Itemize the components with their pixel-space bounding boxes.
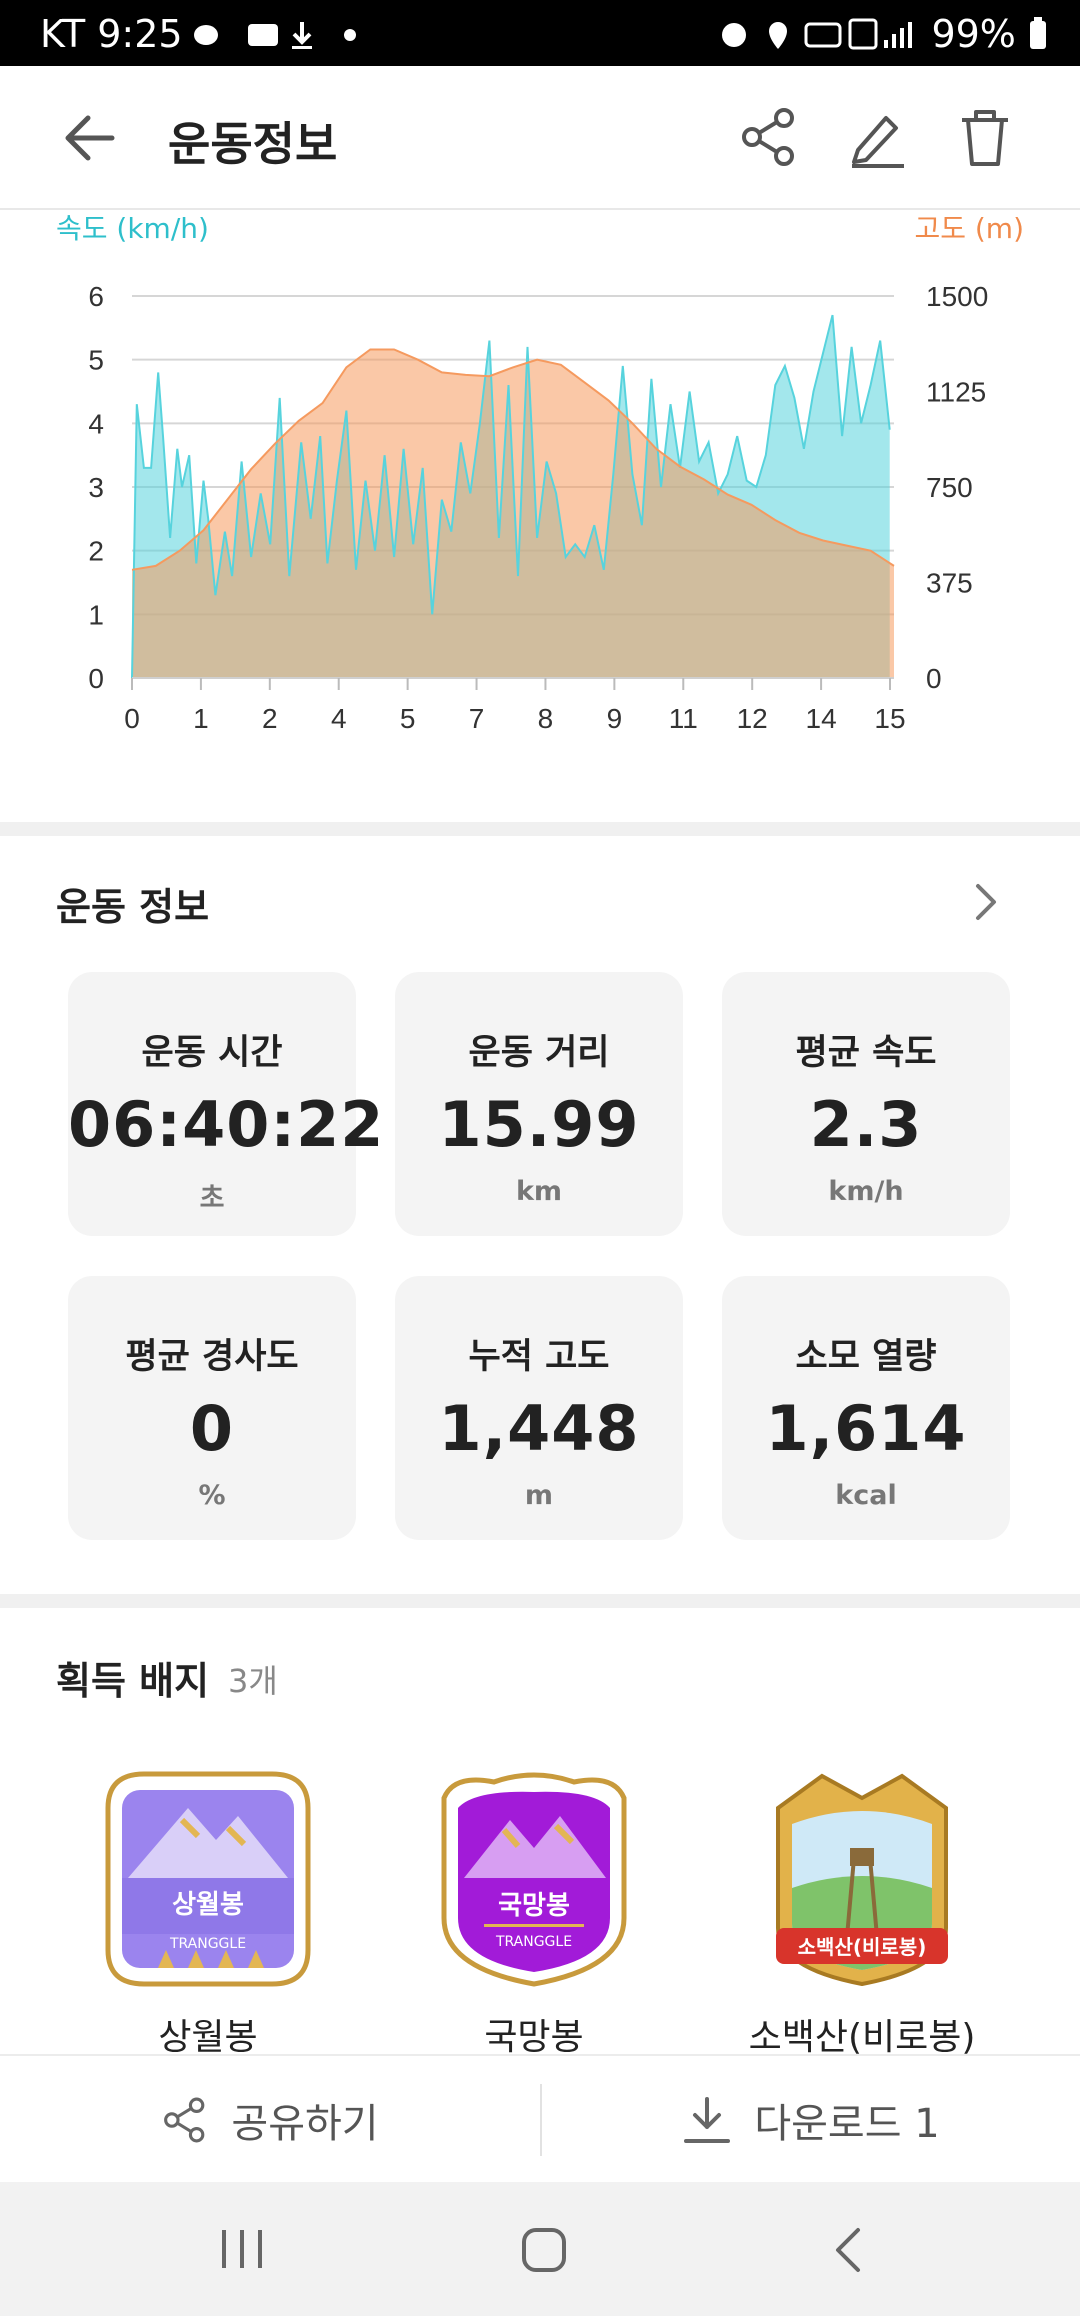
x-tick-label: 15 — [874, 703, 905, 734]
left-axis-label: 속도 (km/h) — [56, 212, 209, 245]
stat-unit: 초 — [199, 1183, 225, 1214]
y-left-tick-label: 6 — [88, 281, 104, 312]
stat-card-avg-slope: 평균 경사도 0 % — [68, 1276, 356, 1540]
bottom-action-bar: 공유하기 다운로드 1 — [0, 2054, 1080, 2184]
back-nav-icon[interactable] — [832, 2226, 864, 2274]
stat-label: 운동 거리 — [468, 1033, 610, 1073]
x-tick-label: 7 — [469, 703, 485, 734]
section-separator — [0, 1594, 1080, 1608]
battery-icon — [1030, 17, 1046, 49]
recent-apps-icon[interactable] — [218, 2228, 266, 2270]
y-left-tick-label: 2 — [88, 536, 104, 567]
stat-label: 누적 고도 — [468, 1337, 610, 1377]
badge-item[interactable]: 상월봉 TRANGGLE 상월봉 — [88, 1768, 328, 2060]
stat-value: 15.99 — [438, 1088, 640, 1161]
x-tick-label: 8 — [538, 703, 554, 734]
stat-card-calories: 소모 열량 1,614 kcal — [722, 1276, 1010, 1540]
page-title: 운동정보 — [168, 117, 338, 171]
stat-card-elevation-gain: 누적 고도 1,448 m — [395, 1276, 683, 1540]
stat-unit: % — [198, 1480, 226, 1511]
download-button-label: 다운로드 1 — [754, 2101, 940, 2147]
stat-value: 2.3 — [809, 1088, 923, 1161]
edit-icon[interactable] — [846, 106, 908, 168]
stat-card-time: 운동 시간 06:40:22 초 — [68, 972, 385, 1236]
stat-card-avg-speed: 평균 속도 2.3 km/h — [722, 972, 1010, 1236]
y-left-tick-label: 5 — [88, 345, 104, 376]
badge-item[interactable]: 국망봉 TRANGGLE 국망봉 — [414, 1768, 654, 2060]
stat-label: 소모 열량 — [795, 1337, 937, 1377]
x-tick-label: 9 — [607, 703, 623, 734]
status-battery: 99% — [931, 12, 1048, 56]
badges-title: 획득 배지 — [56, 1659, 210, 1703]
chevron-right-icon[interactable] — [970, 882, 1002, 922]
badge-text: 상월봉 — [172, 1890, 244, 1920]
download-icon — [684, 2097, 731, 2143]
badge-name: 국망봉 — [484, 2017, 584, 2058]
stat-label: 평균 속도 — [795, 1033, 937, 1073]
y-right-tick-label: 375 — [926, 568, 973, 599]
badge-item[interactable]: 소백산(비로봉) 소백산(비로봉) — [742, 1768, 982, 2060]
y-right-tick-label: 0 — [926, 663, 942, 694]
stat-unit: km — [515, 1176, 563, 1207]
stat-unit: kcal — [835, 1480, 897, 1511]
system-nav-bar — [0, 2182, 1080, 2316]
status-bar: KT 9:25 99% — [0, 0, 1080, 66]
stat-value: 0 — [189, 1392, 235, 1465]
badges-count: 3개 — [228, 1662, 278, 1700]
stat-value: 06:40:22 — [68, 1088, 385, 1161]
badge-subtext: TRANGGLE — [169, 1936, 246, 1952]
stat-label: 운동 시간 — [141, 1033, 283, 1073]
share-icon[interactable] — [738, 106, 800, 168]
x-tick-label: 0 — [124, 703, 140, 734]
y-right-tick-label: 1125 — [926, 377, 986, 408]
badge-mountain-icon: 소백산(비로봉) — [776, 1773, 948, 1987]
status-system-icons — [722, 18, 912, 50]
app-bar: 운동정보 — [0, 66, 1080, 210]
y-left-tick-label: 4 — [88, 408, 104, 439]
arrow-left-icon[interactable] — [60, 110, 120, 166]
badge-subtext: TRANGGLE — [495, 1934, 572, 1950]
status-notification-icons — [194, 22, 356, 49]
y-right-tick-label: 750 — [926, 472, 973, 503]
speed-elevation-chart: 속도 (km/h) 고도 (m) 0 1 2 3 4 5 6 0 375 750 1125 1500 0… — [0, 210, 1080, 820]
chart-svg: 속도 (km/h) 고도 (m) 01234560375750112515000… — [56, 212, 1024, 734]
stat-label: 평균 경사도 — [125, 1337, 299, 1377]
x-tick-label: 1 — [193, 703, 209, 734]
exercise-info-title: 운동 정보 — [56, 885, 210, 929]
badge-mountain-icon: 상월봉 TRANGGLE — [105, 1771, 311, 1987]
x-tick-label: 14 — [806, 703, 837, 734]
x-tick-label: 11 — [669, 703, 698, 734]
x-tick-label: 2 — [262, 703, 278, 734]
badge-name: 상월봉 — [158, 2017, 258, 2058]
x-tick-label: 5 — [400, 703, 416, 734]
x-tick-label: 4 — [331, 703, 347, 734]
right-axis-label: 고도 (m) — [914, 212, 1024, 245]
y-left-tick-label: 0 — [88, 663, 104, 694]
badge-text: 국망봉 — [498, 1891, 570, 1921]
status-carrier-time: KT 9:25 — [40, 12, 183, 56]
y-left-tick-label: 1 — [88, 599, 104, 630]
badge-name: 소백산(비로봉) — [748, 2017, 976, 2058]
trash-icon[interactable] — [954, 106, 1016, 168]
badge-mountain-icon: 국망봉 TRANGGLE — [441, 1772, 627, 1987]
stat-value: 1,448 — [438, 1392, 640, 1465]
x-tick-label: 12 — [737, 703, 768, 734]
download-button[interactable]: 다운로드 1 — [542, 2056, 1080, 2184]
y-left-tick-label: 3 — [88, 472, 104, 503]
section-separator — [0, 822, 1080, 836]
stat-card-distance: 운동 거리 15.99 km — [395, 972, 683, 1236]
stat-unit: m — [524, 1480, 554, 1511]
stat-unit: km/h — [828, 1176, 904, 1207]
y-right-tick-label: 1500 — [926, 281, 988, 312]
share-button[interactable]: 공유하기 — [0, 2056, 540, 2184]
home-icon[interactable] — [520, 2226, 568, 2274]
badge-text: 소백산(비로봉) — [798, 1935, 927, 1959]
share-button-label: 공유하기 — [231, 2101, 379, 2147]
stat-value: 1,614 — [765, 1392, 967, 1465]
share-icon — [164, 2097, 205, 2143]
battery-percent: 99% — [931, 12, 1016, 56]
